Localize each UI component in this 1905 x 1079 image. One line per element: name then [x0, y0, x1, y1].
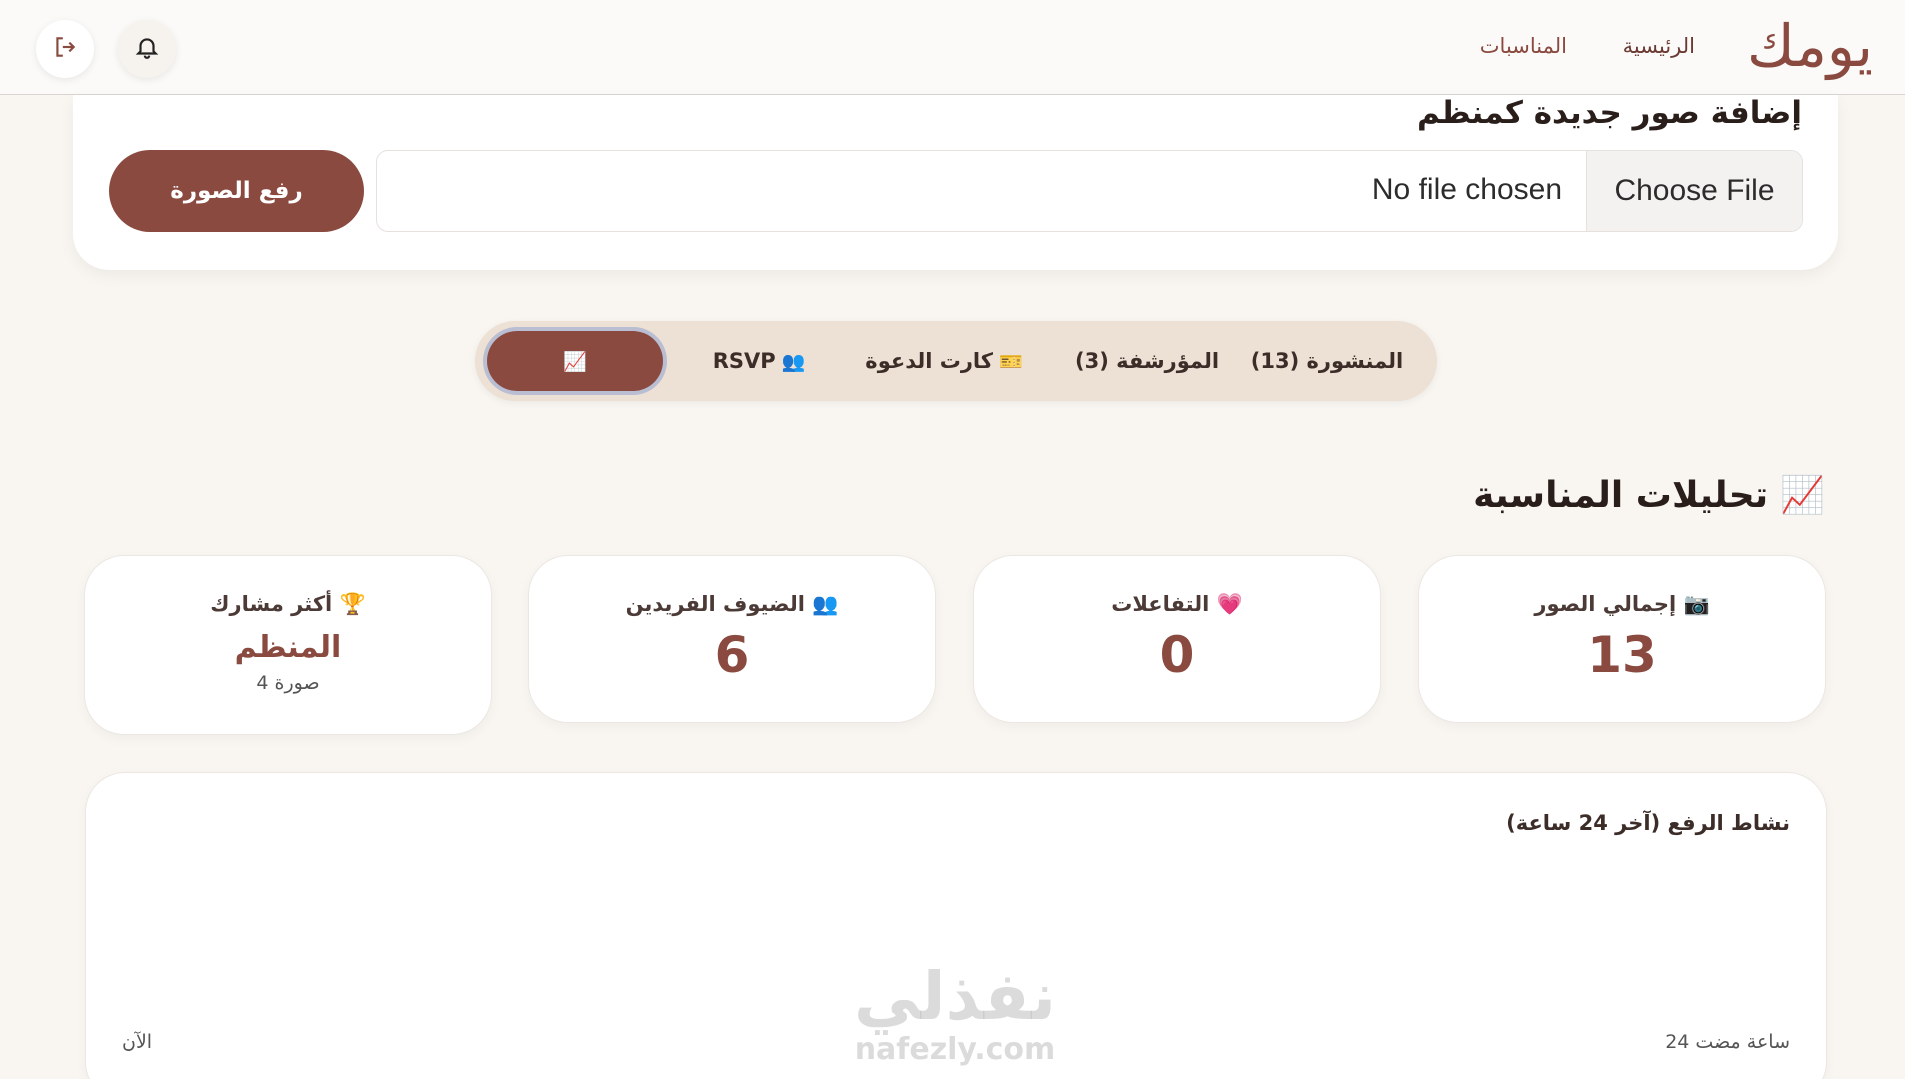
- tab-published[interactable]: المنشورة (13): [1247, 321, 1407, 401]
- tab-archived[interactable]: المؤرشفة (3): [1075, 321, 1219, 401]
- bell-icon: [134, 34, 160, 64]
- brand-logo[interactable]: يومك: [1747, 12, 1873, 80]
- upload-photos-card: إضافة صور جديدة كمنظم Choose File No fil…: [73, 95, 1838, 270]
- analytics-title-text: تحليلات المناسبة: [1473, 474, 1769, 516]
- choose-file-button[interactable]: Choose File: [1586, 151, 1802, 231]
- tab-rsvp[interactable]: RSVP 👥: [702, 321, 822, 401]
- ticket-icon: 🎫: [999, 350, 1023, 373]
- stat-label: الضيوف الفريدين 👥: [625, 592, 839, 616]
- chart-up-icon: 📈: [1780, 475, 1825, 516]
- file-input[interactable]: Choose File No file chosen: [376, 150, 1803, 232]
- notifications-button[interactable]: [118, 20, 176, 78]
- logout-icon: [52, 34, 78, 64]
- watermark: نفذلي nafezly.com: [845, 958, 1065, 1068]
- nav-link-events[interactable]: المناسبات: [1480, 34, 1567, 58]
- rsvp-label: RSVP: [712, 349, 776, 373]
- chart-axis-start-label: 24 ساعة مضت: [1665, 1031, 1790, 1053]
- stat-label: إجمالي الصور 📷: [1534, 592, 1710, 616]
- heart-icon: 💗: [1216, 592, 1243, 616]
- top-navbar: يومك الرئيسية المناسبات: [0, 0, 1905, 95]
- stat-value: 13: [1587, 626, 1657, 684]
- watermark-arabic: نفذلي: [854, 958, 1056, 1035]
- tab-invite-card[interactable]: كارت الدعوة 🎫: [857, 321, 1037, 401]
- guests-icon: 👥: [781, 350, 806, 373]
- top-contributor-count: 4 صورة: [256, 672, 320, 694]
- stat-card-total-photos: إجمالي الصور 📷 13: [1418, 555, 1826, 723]
- trophy-icon: 🏆: [339, 592, 366, 616]
- stat-card-top-contributor: أكثر مشارك 🏆 المنظم 4 صورة: [84, 555, 492, 735]
- stat-card-unique-guests: الضيوف الفريدين 👥 6: [528, 555, 936, 723]
- stat-label: التفاعلات 💗: [1111, 592, 1243, 616]
- chart-title: نشاط الرفع (آخر 24 ساعة): [1506, 811, 1790, 835]
- upload-photo-button[interactable]: رفع الصورة: [109, 150, 364, 232]
- tab-analytics[interactable]: 📈: [487, 331, 663, 391]
- stat-value: 0: [1159, 626, 1195, 684]
- upload-title: إضافة صور جديدة كمنظم: [1416, 95, 1802, 131]
- chart-axis-end-label: الآن: [122, 1031, 153, 1053]
- invite-card-label: كارت الدعوة: [865, 349, 994, 373]
- stat-label: أكثر مشارك 🏆: [210, 592, 366, 616]
- logout-button[interactable]: [36, 20, 94, 78]
- chart-up-icon: 📈: [563, 350, 587, 373]
- stat-value: 6: [714, 626, 750, 684]
- nav-link-home[interactable]: الرئيسية: [1623, 34, 1695, 58]
- analytics-section-title: تحليلات المناسبة 📈: [1473, 474, 1825, 517]
- watermark-latin: nafezly.com: [854, 1032, 1056, 1067]
- stat-card-reactions: التفاعلات 💗 0: [973, 555, 1381, 723]
- camera-icon: 📷: [1683, 592, 1710, 616]
- file-status: No file chosen: [1371, 173, 1562, 206]
- event-tabs: المنشورة (13) المؤرشفة (3) كارت الدعوة 🎫…: [475, 321, 1437, 401]
- top-contributor-name: المنظم: [234, 630, 342, 665]
- guests-icon: 👥: [812, 592, 839, 616]
